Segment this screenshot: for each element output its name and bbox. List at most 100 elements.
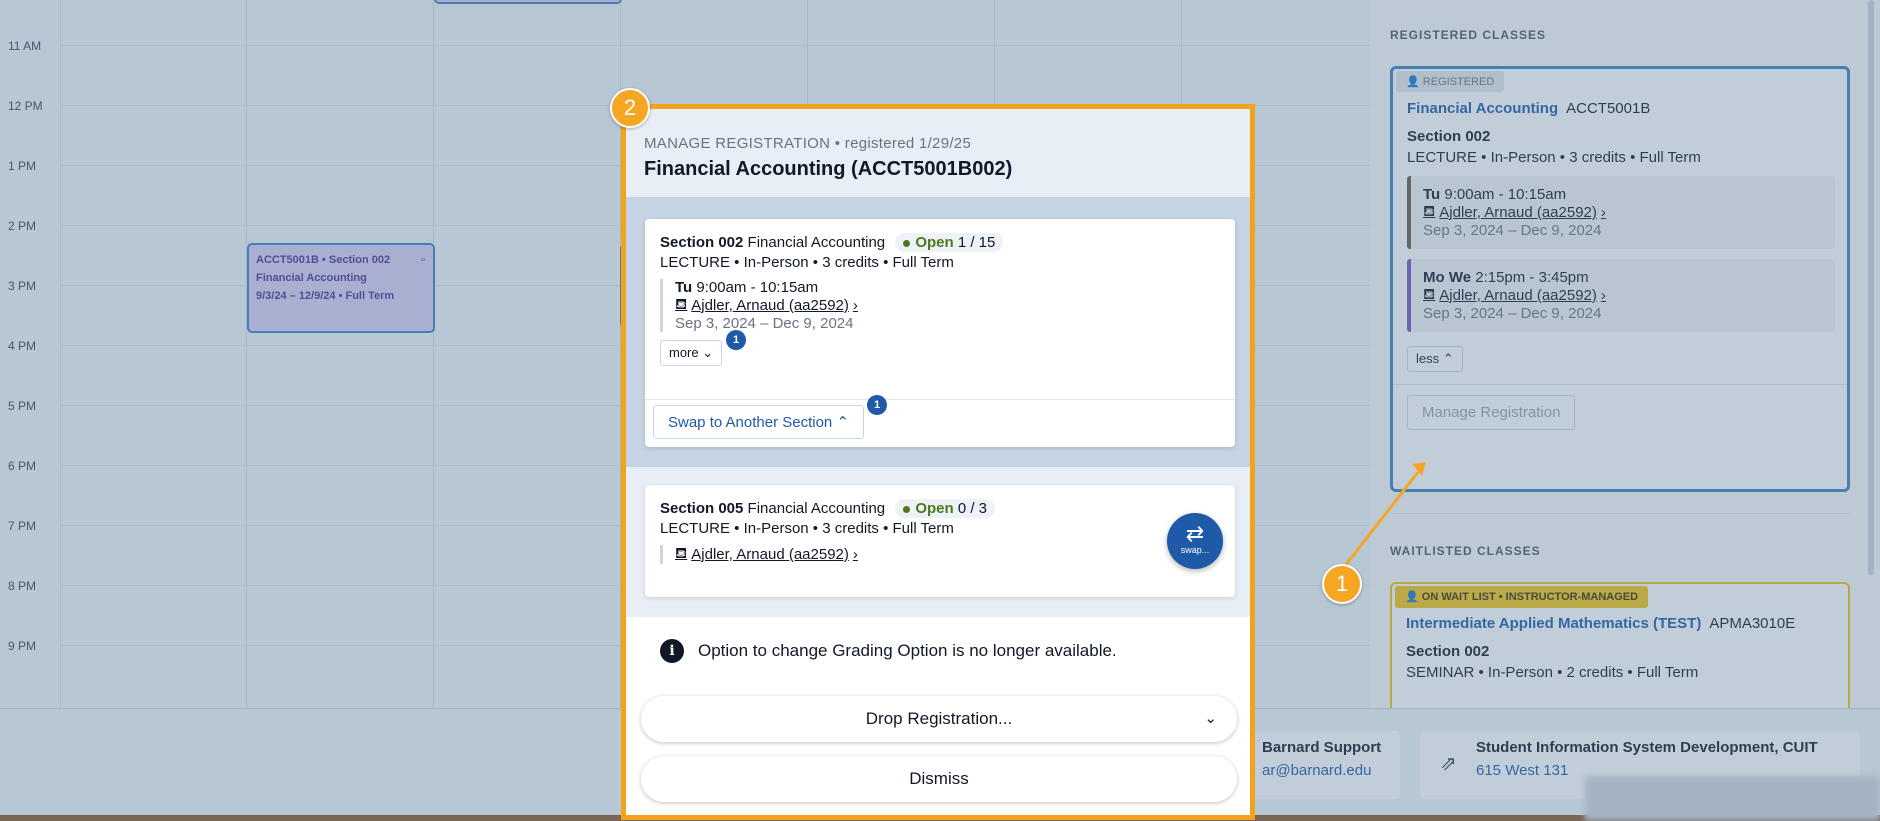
less-button[interactable]: less ⌃ — [1407, 346, 1463, 372]
scrollbar[interactable] — [1868, 0, 1874, 575]
modal-label: MANAGE REGISTRATION — [644, 135, 831, 152]
time-label: 4 PM — [8, 339, 37, 353]
alternate-section-card: Section 005 Financial Accounting Open 0 … — [645, 485, 1235, 597]
chevron-right-icon: › — [852, 546, 858, 563]
count-badge: 1 — [867, 395, 887, 415]
meeting-block: ⛾ Ajdler, Arnaud (aa2592) › — [660, 545, 1220, 564]
course-number: ACCT5001B — [1566, 100, 1651, 117]
status-text: Open — [915, 234, 954, 251]
meeting-time: 9:00am - 10:15am — [696, 279, 819, 296]
instructor-icon: ⛾ — [1423, 286, 1436, 303]
chevron-right-icon: › — [1600, 204, 1606, 221]
swap-arrows-icon: ⇄ — [1185, 521, 1205, 546]
time-label: 1 PM — [8, 159, 37, 173]
course-title-link[interactable]: Financial Accounting — [1407, 100, 1558, 117]
course-name: Financial Accounting — [747, 500, 886, 517]
waitlist-tag-label: ON WAIT LIST • INSTRUCTOR-MANAGED — [1421, 591, 1639, 603]
registered-tag-label: REGISTERED — [1422, 76, 1495, 88]
time-label: 8 PM — [8, 579, 37, 593]
user-check-icon: 👤 — [1406, 76, 1423, 88]
meeting-time: 9:00am - 10:15am — [1444, 186, 1567, 203]
status-badge: Open 0 / 3 — [895, 499, 996, 518]
section-meta: LECTURE • In-Person • 3 credits • Full T… — [660, 520, 954, 537]
event-line: ACCT5001B • Section 002 — [256, 254, 391, 266]
event-line: 9/3/24 – 12/9/24 • Full Term — [256, 290, 395, 302]
instructor-icon: ⛾ — [675, 545, 688, 562]
manage-registration-button[interactable]: Manage Registration — [1407, 395, 1576, 430]
course-meta: SEMINAR • In-Person • 2 credits • Full T… — [1406, 664, 1699, 681]
course-name: Financial Accounting — [747, 234, 886, 251]
modal-title: Financial Accounting (ACCT5001B002) — [644, 158, 1013, 180]
registered-class-card: 👤 REGISTERED Financial Accounting ACCT500… — [1390, 66, 1850, 492]
less-label: less — [1416, 351, 1440, 366]
time-label: 2 PM — [8, 219, 37, 233]
callout-badge-1: 1 — [1322, 564, 1362, 604]
drop-registration-button[interactable]: Drop Registration... ⌄ — [641, 696, 1237, 742]
registered-date: registered 1/29/25 — [844, 135, 972, 152]
calendar-gridline — [246, 0, 247, 708]
section-label: Section 005 — [660, 500, 744, 517]
meeting-days: Tu — [675, 279, 693, 296]
section-label: Section 002 — [1406, 643, 1490, 660]
blurred-region — [1585, 776, 1880, 821]
current-section-zone: Section 002 Financial Accounting Open 1 … — [626, 197, 1250, 467]
calendar-event[interactable] — [434, 0, 622, 4]
count-badge: 1 — [726, 330, 746, 350]
separator: • — [834, 135, 841, 152]
swap-fab-label: swap... — [1180, 545, 1210, 555]
calendar-gridline — [433, 0, 434, 708]
pin-icon: ▫ — [421, 254, 425, 266]
chevron-up-icon: ⌃ — [836, 414, 850, 431]
instructor-link[interactable]: ⛾ Ajdler, Arnaud (aa2592) › — [675, 545, 1220, 564]
event-line: Financial Accounting — [256, 272, 367, 284]
section-label: Section 002 — [1407, 128, 1491, 145]
dismiss-label: Dismiss — [909, 769, 969, 788]
registered-tag: 👤 REGISTERED — [1396, 71, 1505, 92]
chevron-right-icon: › — [852, 297, 858, 314]
more-button[interactable]: more ⌄ — [660, 340, 723, 366]
instructor-icon: ⛾ — [675, 296, 688, 313]
instructor-link[interactable]: ⛾ Ajdler, Arnaud (aa2592) › — [1423, 286, 1823, 305]
modal-header: MANAGE REGISTRATION • registered 1/29/25… — [626, 109, 1250, 197]
meeting-days: Mo We — [1423, 269, 1472, 286]
instructor-icon: ⛾ — [1423, 203, 1436, 220]
chevron-down-icon: ⌄ — [702, 345, 714, 360]
meeting-block: Tu 9:00am - 10:15am ⛾ Ajdler, Arnaud (aa2… — [660, 279, 1220, 332]
status-text: Open — [915, 500, 954, 517]
time-label: 12 PM — [8, 99, 43, 113]
manage-registration-modal: MANAGE REGISTRATION • registered 1/29/25… — [621, 104, 1255, 820]
instructor-name: Ajdler, Arnaud (aa2592) — [691, 546, 849, 563]
current-section-card: Section 002 Financial Accounting Open 1 … — [645, 219, 1235, 447]
swap-fab-button[interactable]: ⇄ swap... — [1167, 513, 1223, 569]
meeting-days: Tu — [1423, 186, 1441, 203]
course-meta: LECTURE • In-Person • 3 credits • Full T… — [1407, 149, 1701, 166]
support-name: Student Information System Development, … — [1476, 739, 1818, 756]
dismiss-button[interactable]: Dismiss — [641, 756, 1237, 802]
course-title-link[interactable]: Intermediate Applied Mathematics (TEST) — [1406, 615, 1701, 632]
chevron-up-icon: ⌃ — [1442, 351, 1454, 366]
alternate-sections-zone: Section 005 Financial Accounting Open 0 … — [626, 467, 1250, 617]
section-label: Section 002 — [660, 234, 744, 251]
time-label: 6 PM — [8, 459, 37, 473]
user-clock-icon: 👤 — [1405, 591, 1422, 603]
waitlist-tag: 👤 ON WAIT LIST • INSTRUCTOR-MANAGED — [1395, 586, 1649, 608]
instructor-link[interactable]: ⛾ Ajdler, Arnaud (aa2592) › — [1423, 203, 1823, 222]
instructor-link[interactable]: ⛾ Ajdler, Arnaud (aa2592) › — [675, 296, 1220, 315]
seat-count: 1 / 15 — [957, 234, 996, 251]
drop-label: Drop Registration... — [865, 709, 1013, 728]
instructor-name: Ajdler, Arnaud (aa2592) — [1439, 204, 1597, 221]
time-label: 9 PM — [8, 639, 37, 653]
more-label: more — [669, 345, 699, 360]
swap-section-button[interactable]: Swap to Another Section ⌃ — [653, 405, 865, 439]
time-label: 11 AM — [8, 39, 42, 53]
seat-count: 0 / 3 — [957, 500, 988, 517]
calendar-event[interactable]: ACCT5001B • Section 002 Financial Accoun… — [247, 243, 435, 333]
meeting-block: Tu 9:00am - 10:15am ⛾ Ajdler, Arnaud (aa2… — [1407, 176, 1835, 249]
time-label: 5 PM — [8, 399, 37, 413]
time-label: 3 PM — [8, 279, 37, 293]
calendar-gridline — [60, 0, 61, 708]
meeting-dates: Sep 3, 2024 – Dec 9, 2024 — [1423, 305, 1602, 322]
section-meta: LECTURE • In-Person • 3 credits • Full T… — [660, 254, 954, 271]
info-text: Option to change Grading Option is no lo… — [698, 641, 1117, 660]
instructor-name: Ajdler, Arnaud (aa2592) — [1439, 287, 1597, 304]
